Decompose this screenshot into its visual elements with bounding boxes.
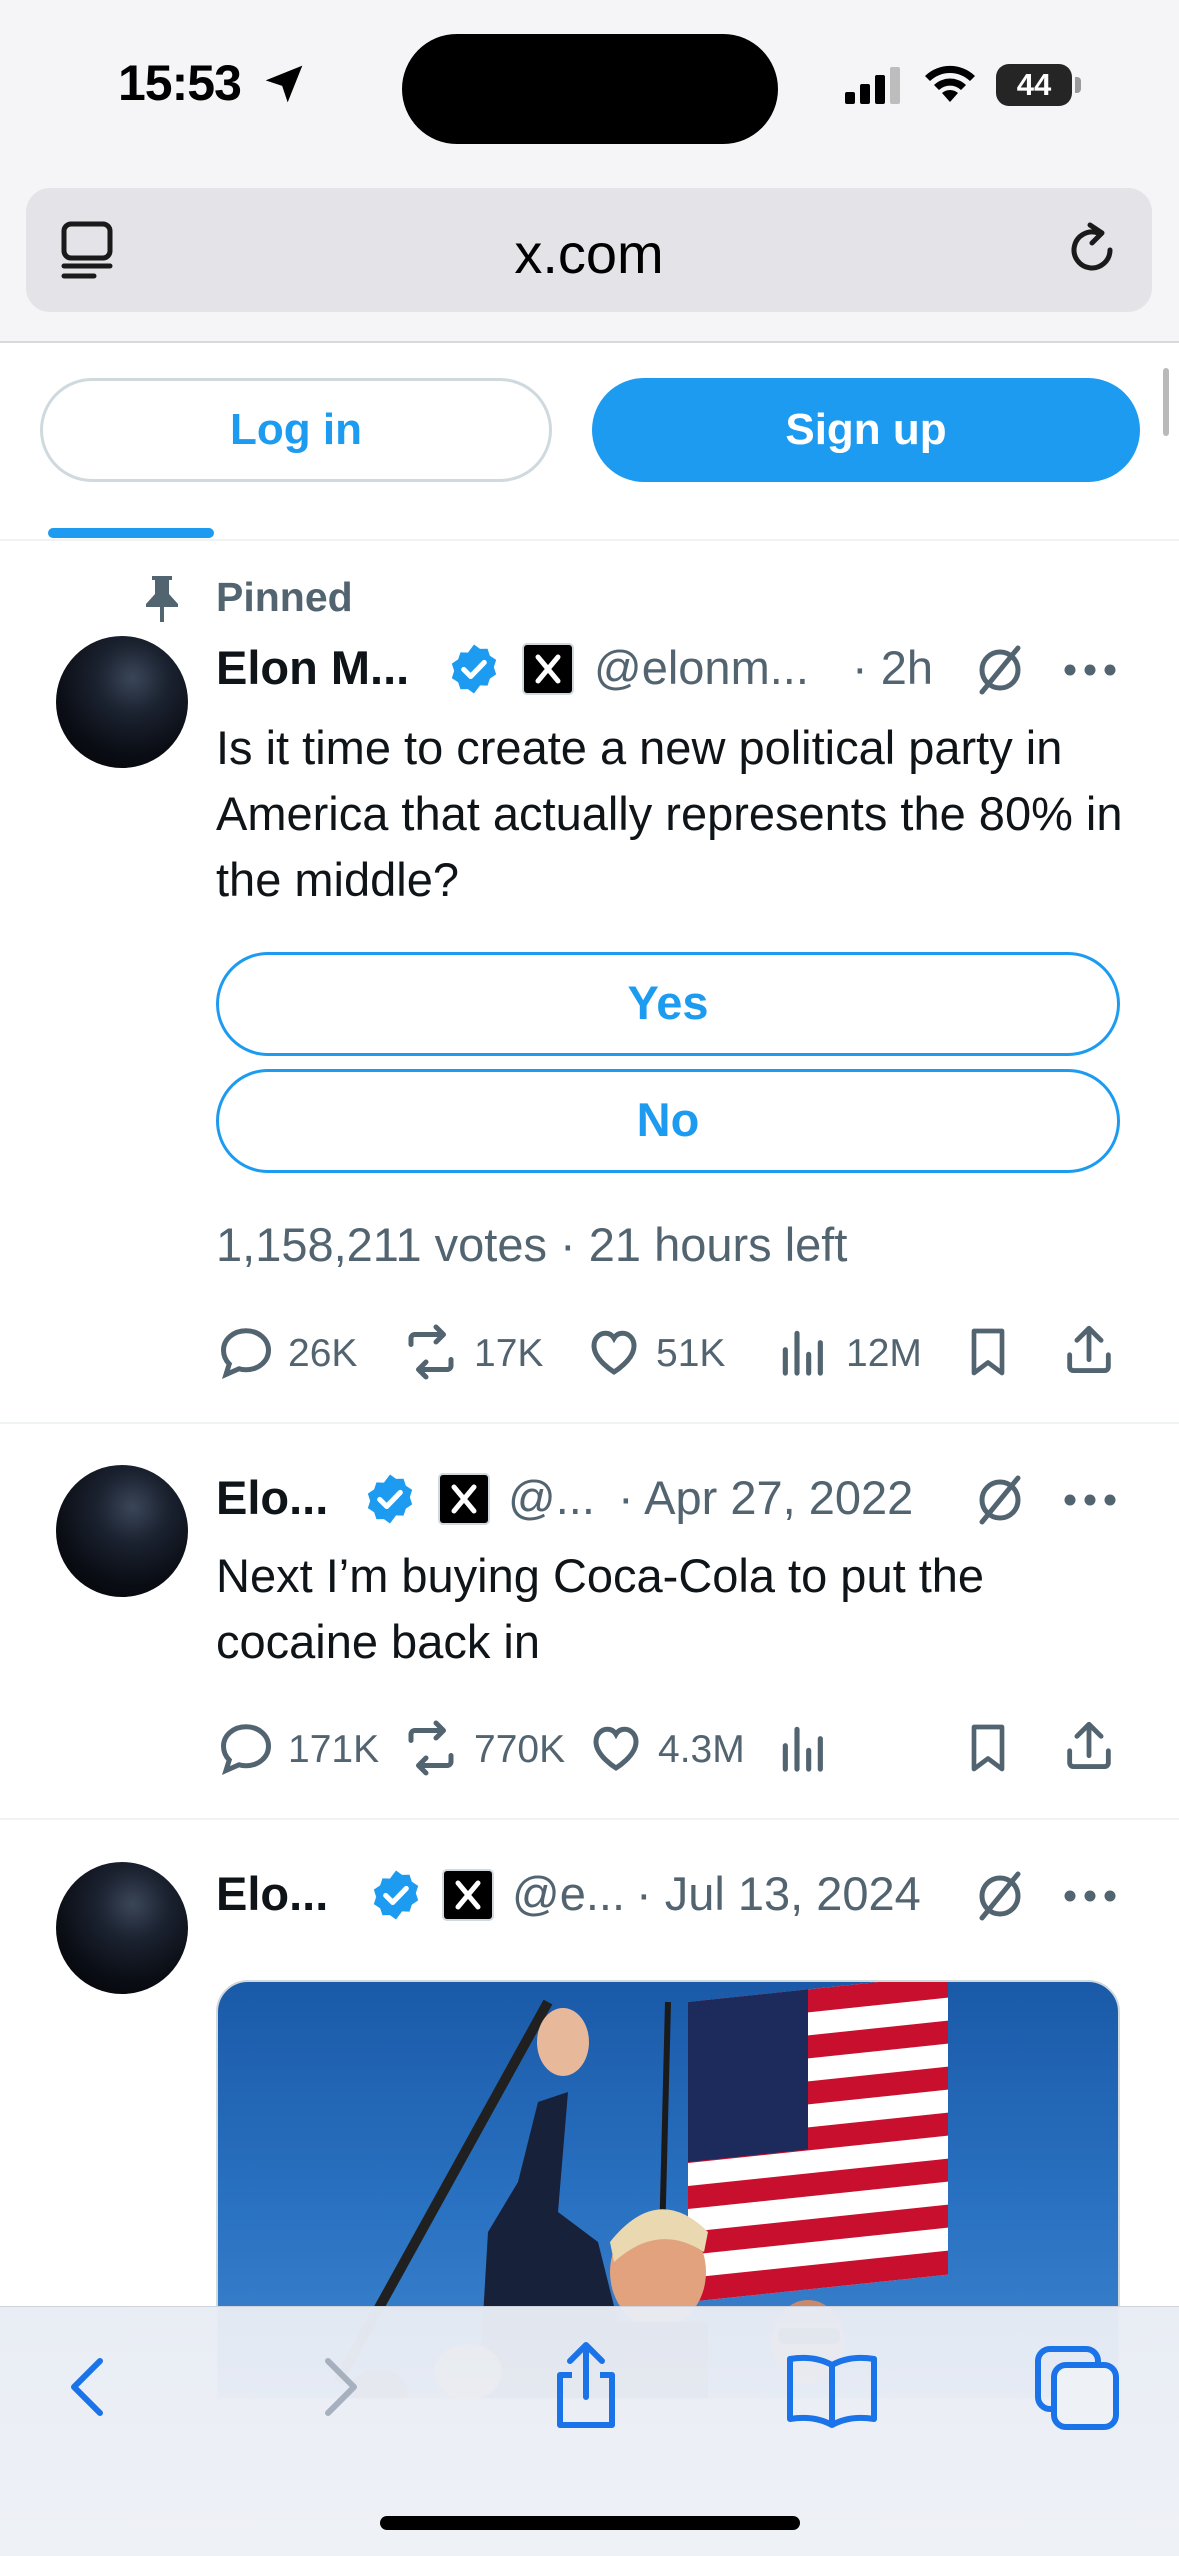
home-indicator (380, 2516, 800, 2530)
browser-address-area: x.com (0, 180, 1179, 343)
signup-button[interactable]: Sign up (592, 378, 1140, 482)
repost-count: 17K (474, 1332, 544, 1375)
author-name[interactable]: Elo... (216, 1866, 328, 1921)
dynamic-island (402, 34, 778, 144)
divider (0, 539, 1179, 541)
address-bar[interactable]: x.com (26, 188, 1152, 312)
like-button[interactable]: 4.3M (586, 1718, 766, 1778)
author-handle[interactable]: @e... (512, 1866, 625, 1921)
like-count: 4.3M (658, 1728, 745, 1771)
reply-icon (220, 1328, 272, 1380)
login-button[interactable]: Log in (40, 378, 552, 482)
reply-button[interactable]: 26K (216, 1322, 386, 1382)
poll-option-no[interactable]: No (216, 1069, 1120, 1173)
reply-button[interactable]: 171K (216, 1718, 386, 1778)
battery-level: 44 (1016, 67, 1052, 102)
author-name[interactable]: Elo... (216, 1470, 328, 1525)
more-icon[interactable] (1064, 1889, 1116, 1903)
share-icon[interactable] (1060, 1716, 1118, 1776)
like-icon (593, 1726, 639, 1771)
share-icon[interactable] (548, 2341, 624, 2431)
bookmark-icon[interactable] (960, 1322, 1016, 1382)
x-affiliate-badge-icon (522, 643, 574, 695)
verified-badge-icon (451, 644, 497, 694)
tweet-time[interactable]: · Jul 13, 2024 (636, 1866, 921, 1921)
views-icon[interactable] (776, 1718, 832, 1778)
status-bar: 15:53 44 (0, 0, 1179, 180)
view-count: 12M (846, 1332, 922, 1375)
repost-icon (408, 1324, 454, 1380)
avatar[interactable] (56, 636, 188, 768)
forward-icon[interactable] (310, 2347, 370, 2427)
tweet-text: Is it time to create a new political par… (216, 721, 1123, 906)
verified-badge-icon (373, 1870, 419, 1920)
divider (0, 1422, 1179, 1424)
x-affiliate-badge-icon (438, 1473, 490, 1525)
location-arrow-icon (265, 65, 303, 103)
like-button[interactable]: 51K (584, 1322, 754, 1382)
tabs-icon[interactable] (1034, 2345, 1120, 2431)
bookmarks-icon[interactable] (784, 2349, 880, 2429)
pinned-label: Pinned (216, 574, 353, 620)
poll-summary: 1,158,211 votes · 21 hours left (216, 1218, 848, 1271)
grok-icon[interactable] (972, 1472, 1028, 1528)
repost-button[interactable]: 17K (400, 1322, 570, 1382)
reply-icon (220, 1724, 272, 1776)
bookmark-icon[interactable] (960, 1718, 1016, 1778)
views-icon (782, 1330, 823, 1376)
verified-badge-icon (367, 1474, 413, 1524)
back-icon[interactable] (58, 2347, 118, 2427)
url-text[interactable]: x.com (26, 221, 1152, 286)
repost-button[interactable]: 770K (400, 1718, 580, 1778)
more-icon[interactable] (1064, 663, 1116, 677)
views-button[interactable]: 12M (776, 1322, 946, 1382)
avatar[interactable] (56, 1465, 188, 1597)
author-handle[interactable]: @elonm... (594, 640, 809, 695)
like-count: 51K (656, 1332, 726, 1375)
grok-icon[interactable] (972, 1868, 1028, 1924)
auth-bar: Log in Sign up (0, 343, 1179, 543)
share-icon[interactable] (1060, 1320, 1118, 1380)
x-affiliate-badge-icon (442, 1869, 494, 1921)
pin-icon (146, 576, 178, 622)
grok-icon[interactable] (972, 642, 1028, 698)
status-time: 15:53 (118, 55, 242, 111)
scrollbar[interactable] (1163, 368, 1169, 436)
tweet-time[interactable]: · 2h (852, 640, 933, 695)
wifi-icon (925, 65, 975, 102)
repost-count: 770K (474, 1728, 566, 1771)
cellular-signal-icon (845, 67, 900, 104)
repost-icon (408, 1720, 454, 1776)
author-name[interactable]: Elon M... (216, 640, 409, 695)
avatar[interactable] (56, 1862, 188, 1994)
poll-option-yes[interactable]: Yes (216, 952, 1120, 1056)
battery-icon: 44 (996, 64, 1081, 106)
reply-count: 171K (288, 1728, 380, 1771)
tweet-time[interactable]: · Apr 27, 2022 (618, 1470, 913, 1525)
more-icon[interactable] (1064, 1493, 1116, 1507)
like-icon (591, 1330, 637, 1375)
reload-icon[interactable] (1062, 220, 1122, 280)
author-handle[interactable]: @... (508, 1470, 595, 1525)
reply-count: 26K (288, 1332, 358, 1375)
tab-indicator (48, 528, 214, 538)
divider (0, 1818, 1179, 1820)
tweet-text: Next I’m buying Coca-Cola to put the coc… (216, 1549, 985, 1668)
